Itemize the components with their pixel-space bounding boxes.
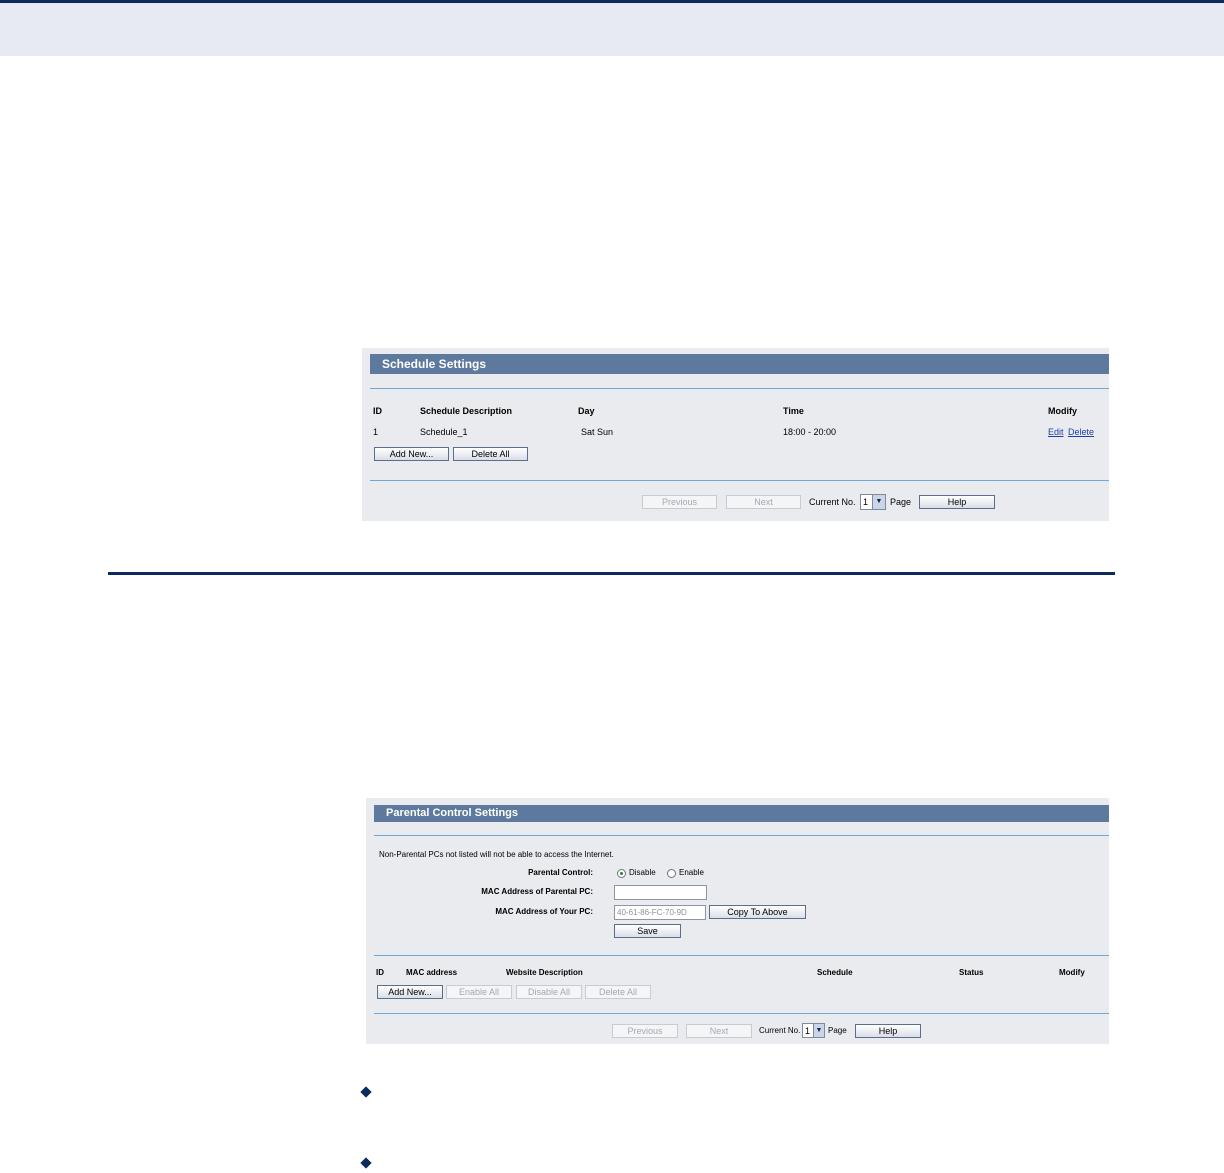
page-select[interactable]: 1 ▼ <box>802 1023 825 1038</box>
parental-control-label: Parental Control: <box>528 868 593 877</box>
disable-label: Disable <box>629 868 656 877</box>
edit-link[interactable]: Edit <box>1048 427 1064 437</box>
parental-note: Non-Parental PCs not listed will not be … <box>379 850 614 859</box>
column-header-schedule: Schedule <box>817 968 853 977</box>
enable-radio[interactable] <box>667 869 676 878</box>
column-header-schedule-description: Schedule Description <box>420 406 513 416</box>
add-new-button[interactable]: Add New... <box>377 985 443 999</box>
page-label: Page <box>890 497 912 507</box>
save-button[interactable]: Save <box>614 924 681 938</box>
divider <box>374 955 1109 956</box>
page-select[interactable]: 1 ▼ <box>860 494 886 510</box>
schedule-settings-panel: Schedule Settings ID Schedule Descriptio… <box>362 348 1109 521</box>
chevron-down-icon: ▼ <box>872 495 885 509</box>
page-header-bar <box>0 0 1224 56</box>
enable-all-button[interactable]: Enable All <box>446 985 512 999</box>
page-select-value: 1 <box>863 497 869 507</box>
column-header-modify: Modify <box>1048 406 1077 416</box>
current-no-label: Current No. <box>759 1026 801 1035</box>
column-header-day: Day <box>578 406 595 416</box>
disable-radio[interactable] <box>617 869 626 878</box>
parental-control-title: Parental Control Settings <box>374 805 1109 822</box>
copy-to-above-button[interactable]: Copy To Above <box>709 905 806 919</box>
previous-button[interactable]: Previous <box>642 495 717 509</box>
next-button[interactable]: Next <box>686 1024 752 1038</box>
current-no-label: Current No. <box>809 497 856 507</box>
divider <box>374 1013 1109 1014</box>
row-time: 18:00 - 20:00 <box>783 427 837 437</box>
delete-all-button[interactable]: Delete All <box>453 447 528 461</box>
next-button[interactable]: Next <box>726 495 801 509</box>
column-header-modify: Modify <box>1059 968 1085 977</box>
mac-parental-input[interactable] <box>614 885 707 900</box>
mac-your-label: MAC Address of Your PC: <box>495 907 593 916</box>
section-divider <box>108 572 1115 575</box>
delete-all-button[interactable]: Delete All <box>585 985 651 999</box>
disable-all-button[interactable]: Disable All <box>516 985 582 999</box>
page-label: Page <box>828 1026 847 1035</box>
mac-your-input[interactable]: 40-61-86-FC-70-9D <box>614 905 706 920</box>
divider <box>370 480 1109 481</box>
help-button[interactable]: Help <box>855 1024 921 1038</box>
mac-parental-label: MAC Address of Parental PC: <box>481 887 593 896</box>
previous-button[interactable]: Previous <box>612 1024 678 1038</box>
chevron-down-icon: ▼ <box>813 1024 824 1037</box>
column-header-id: ID <box>373 406 382 416</box>
row-description: Schedule_1 <box>420 427 468 437</box>
divider <box>374 835 1109 836</box>
diamond-bullet-icon <box>360 1086 372 1098</box>
row-day: Sat Sun <box>581 427 614 437</box>
column-header-mac-address: MAC address <box>406 968 458 977</box>
diamond-bullet-icon <box>360 1157 372 1169</box>
schedule-settings-title: Schedule Settings <box>370 354 1109 374</box>
help-button[interactable]: Help <box>919 495 995 509</box>
column-header-status: Status <box>959 968 984 977</box>
divider <box>370 388 1109 389</box>
column-header-website-description: Website Description <box>506 968 583 977</box>
page-select-value: 1 <box>805 1026 811 1036</box>
delete-link[interactable]: Delete <box>1068 427 1094 437</box>
parental-control-panel: Parental Control Settings Non-Parental P… <box>366 798 1109 1044</box>
column-header-id: ID <box>376 968 384 977</box>
column-header-time: Time <box>783 406 804 416</box>
add-new-button[interactable]: Add New... <box>374 447 449 461</box>
enable-label: Enable <box>679 868 704 877</box>
row-id: 1 <box>373 427 379 437</box>
